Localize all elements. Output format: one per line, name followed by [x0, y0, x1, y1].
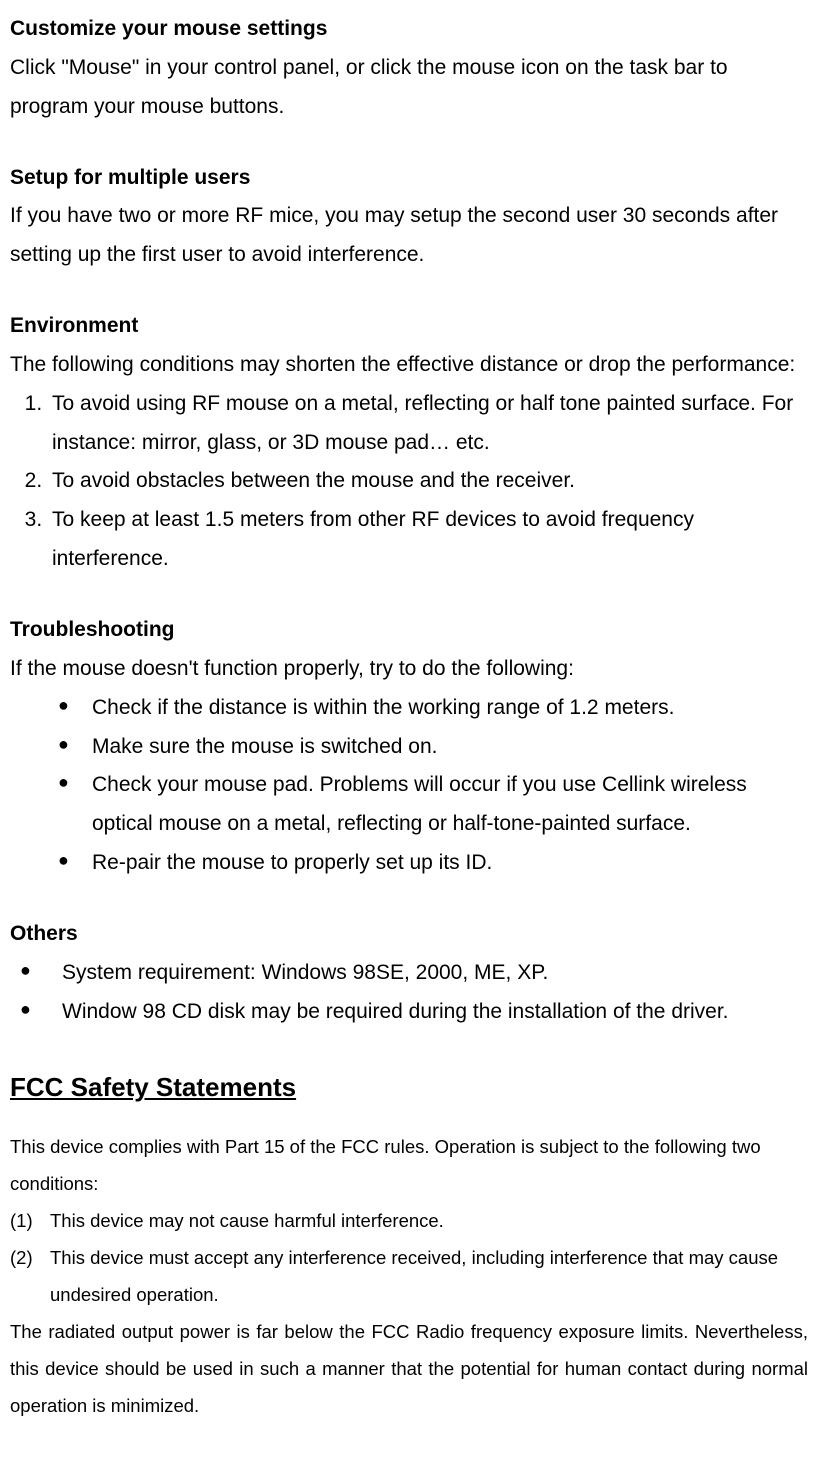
list-text: This device must accept any interference… — [50, 1247, 778, 1305]
list-others: System requirement: Windows 98SE, 2000, … — [10, 954, 808, 1032]
list-item: To keep at least 1.5 meters from other R… — [48, 501, 808, 579]
list-item: Make sure the mouse is switched on. — [58, 728, 808, 767]
list-item: (1) This device may not cause harmful int… — [10, 1202, 808, 1239]
section-multiuser: Setup for multiple users If you have two… — [10, 159, 808, 276]
section-customize: Customize your mouse settings Click "Mou… — [10, 10, 808, 127]
body-environment: The following conditions may shorten the… — [10, 346, 808, 385]
list-item: Check your mouse pad. Problems will occu… — [58, 766, 808, 844]
fcc-footer: The radiated output power is far below t… — [10, 1313, 808, 1424]
fcc-content: This device complies with Part 15 of the… — [10, 1128, 808, 1424]
body-troubleshooting: If the mouse doesn't function properly, … — [10, 650, 808, 689]
list-item: (2) This device must accept any interfere… — [10, 1239, 808, 1313]
list-troubleshooting: Check if the distance is within the work… — [10, 689, 808, 883]
fcc-intro: This device complies with Part 15 of the… — [10, 1128, 808, 1202]
heading-fcc: FCC Safety Statements — [10, 1063, 808, 1111]
list-fcc: (1) This device may not cause harmful int… — [10, 1202, 808, 1313]
list-item: System requirement: Windows 98SE, 2000, … — [20, 954, 808, 993]
body-multiuser: If you have two or more RF mice, you may… — [10, 197, 808, 275]
section-others: Others System requirement: Windows 98SE,… — [10, 915, 808, 1032]
list-number: (2) — [10, 1239, 33, 1276]
body-customize: Click "Mouse" in your control panel, or … — [10, 49, 808, 127]
heading-others: Others — [10, 915, 808, 954]
section-troubleshooting: Troubleshooting If the mouse doesn't fun… — [10, 611, 808, 883]
list-item: Check if the distance is within the work… — [58, 689, 808, 728]
heading-customize: Customize your mouse settings — [10, 10, 808, 49]
list-item: Window 98 CD disk may be required during… — [20, 993, 808, 1032]
list-text: This device may not cause harmful interf… — [50, 1210, 444, 1231]
section-fcc: FCC Safety Statements This device compli… — [10, 1063, 808, 1423]
list-item: Re-pair the mouse to properly set up its… — [58, 844, 808, 883]
list-item: To avoid using RF mouse on a metal, refl… — [48, 385, 808, 463]
section-environment: Environment The following conditions may… — [10, 307, 808, 579]
heading-multiuser: Setup for multiple users — [10, 159, 808, 198]
heading-troubleshooting: Troubleshooting — [10, 611, 808, 650]
heading-environment: Environment — [10, 307, 808, 346]
list-number: (1) — [10, 1202, 33, 1239]
list-environment: To avoid using RF mouse on a metal, refl… — [10, 385, 808, 579]
list-item: To avoid obstacles between the mouse and… — [48, 462, 808, 501]
